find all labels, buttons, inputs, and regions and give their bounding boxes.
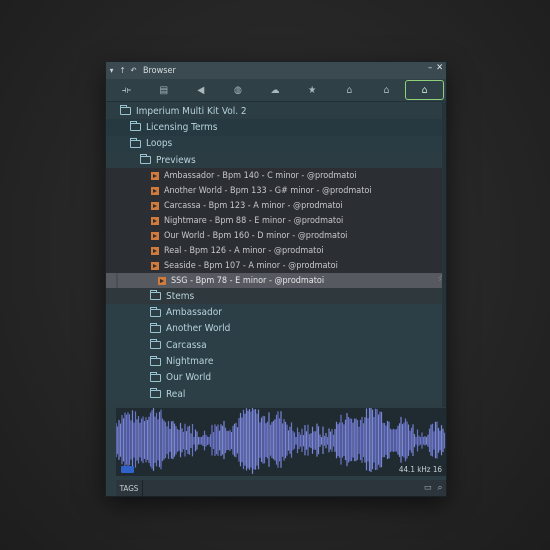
audio-file-icon bbox=[158, 276, 166, 285]
list-item[interactable]: Real - Bpm 126 - A minor - @prodmatoi bbox=[106, 243, 446, 259]
audio-file-icon bbox=[151, 216, 159, 225]
audio-file-icon bbox=[151, 261, 159, 270]
audio-file-icon bbox=[151, 201, 159, 210]
folder-icon bbox=[140, 154, 151, 165]
plugin-icon[interactable]: ⟛ bbox=[108, 81, 145, 99]
list-item[interactable]: Another World - Bpm 133 - G# minor - @pr… bbox=[106, 183, 446, 199]
waveform-graphic bbox=[116, 408, 446, 474]
tree-folder-stem[interactable]: Another World bbox=[106, 320, 446, 338]
folder-icon[interactable]: ⌂ bbox=[368, 81, 405, 99]
file-icon[interactable]: ▤ bbox=[145, 81, 182, 99]
folder-icon bbox=[150, 322, 161, 333]
audio-file-icon bbox=[151, 246, 159, 255]
audio-file-icon bbox=[151, 171, 159, 180]
play-indicator[interactable] bbox=[121, 466, 134, 473]
audio-file-icon bbox=[151, 186, 159, 195]
browser-toolbar: ⟛ ▤ ◀ ◍ ☁ ★ ⌂ ⌂ ⌂ bbox=[106, 79, 446, 102]
folder-icon[interactable]: ▭ bbox=[422, 483, 434, 493]
undo-icon[interactable]: ↶ bbox=[128, 66, 139, 75]
folder-active-icon[interactable]: ⌂ bbox=[404, 80, 444, 100]
browser-window: ▾ ↑ ↶ Browser – ✕ ⟛ ▤ ◀ ◍ ☁ ★ ⌂ ⌂ ⌂ Impe… bbox=[106, 62, 446, 496]
tags-bar: TAGS ▭ ⌕ bbox=[116, 480, 446, 496]
file-label: Seaside - Bpm 107 - A minor - @prodmatoi bbox=[164, 260, 338, 271]
folder-icon bbox=[150, 306, 161, 317]
folder-icon bbox=[150, 290, 161, 301]
search-icon[interactable]: ⌕ bbox=[434, 483, 446, 493]
tree-folder-stem[interactable]: Nightmare bbox=[106, 353, 446, 370]
list-item[interactable]: Ambassador - Bpm 140 - C minor - @prodma… bbox=[106, 168, 446, 184]
title-bar: ▾ ↑ ↶ Browser – ✕ bbox=[106, 62, 446, 79]
list-item-selected[interactable]: SSG - Bpm 78 - E minor - @prodmatoi☆ bbox=[106, 273, 446, 289]
folder-label: Another World bbox=[166, 323, 231, 335]
tree-folder-stem[interactable]: Our World bbox=[106, 369, 446, 386]
file-label: Real - Bpm 126 - A minor - @prodmatoi bbox=[164, 245, 324, 256]
waveform-preview[interactable]: 44.1 kHz 16 bbox=[116, 408, 446, 476]
tree-folder-stem[interactable]: Ambassador bbox=[106, 304, 446, 321]
folder-label: Imperium Multi Kit Vol. 2 bbox=[136, 105, 247, 117]
file-label: Our World - Bpm 160 - D minor - @prodmat… bbox=[164, 230, 348, 241]
sample-rate-label: 44.1 kHz 16 bbox=[398, 465, 442, 474]
file-label: SSG - Bpm 78 - E minor - @prodmatoi bbox=[171, 275, 325, 286]
folder-icon bbox=[150, 388, 161, 399]
folder-label: Our World bbox=[166, 372, 212, 384]
file-label: Nightmare - Bpm 88 - E minor - @prodmato… bbox=[164, 215, 344, 226]
tree-folder-loops[interactable]: Loops bbox=[106, 135, 446, 152]
folder-icon bbox=[150, 371, 161, 382]
list-item[interactable]: Carcassa - Bpm 123 - A minor - @prodmato… bbox=[106, 198, 446, 214]
tree-scrollbar[interactable] bbox=[442, 103, 446, 407]
star-icon[interactable]: ★ bbox=[294, 81, 331, 99]
globe-icon[interactable]: ◍ bbox=[219, 81, 256, 99]
folder-label: Real bbox=[166, 388, 186, 400]
file-tree: Imperium Multi Kit Vol. 2 Licensing Term… bbox=[106, 103, 446, 407]
tree-folder-stem[interactable]: Carcassa bbox=[106, 337, 446, 354]
tree-folder-licensing[interactable]: Licensing Terms bbox=[106, 119, 446, 136]
folder-icon bbox=[150, 355, 161, 366]
file-label: Another World - Bpm 133 - G# minor - @pr… bbox=[164, 185, 372, 196]
folder-label: Nightmare bbox=[166, 356, 214, 368]
tree-folder-previews[interactable]: Previews bbox=[106, 151, 446, 169]
cloud-icon[interactable]: ☁ bbox=[256, 81, 293, 99]
tree-folder-stems[interactable]: Stems bbox=[106, 288, 446, 305]
audio-file-icon bbox=[151, 231, 159, 240]
folder-icon[interactable]: ⌂ bbox=[331, 81, 368, 99]
folder-label: Stems bbox=[166, 290, 195, 302]
speaker-icon[interactable]: ◀ bbox=[182, 81, 219, 99]
folder-label: Carcassa bbox=[166, 339, 207, 351]
file-label: Carcassa - Bpm 123 - A minor - @prodmato… bbox=[164, 200, 343, 211]
folder-label: Previews bbox=[156, 154, 196, 166]
list-item[interactable]: Our World - Bpm 160 - D minor - @prodmat… bbox=[106, 228, 446, 244]
up-arrow-icon[interactable]: ↑ bbox=[117, 66, 128, 75]
folder-label: Ambassador bbox=[166, 307, 222, 319]
close-icon[interactable]: ✕ bbox=[436, 63, 443, 73]
folder-label: Loops bbox=[146, 138, 173, 150]
folder-icon bbox=[120, 105, 131, 116]
window-title: Browser bbox=[143, 65, 176, 76]
minimize-icon[interactable]: – bbox=[428, 63, 432, 73]
tags-label: TAGS bbox=[116, 480, 143, 496]
menu-arrow-icon[interactable]: ▾ bbox=[106, 66, 117, 75]
folder-icon bbox=[150, 339, 161, 350]
tree-folder-root[interactable]: Imperium Multi Kit Vol. 2 bbox=[106, 103, 446, 120]
folder-icon bbox=[130, 137, 141, 148]
folder-icon bbox=[130, 121, 141, 132]
folder-label: Licensing Terms bbox=[146, 121, 218, 133]
list-item[interactable]: Seaside - Bpm 107 - A minor - @prodmatoi bbox=[106, 258, 446, 274]
file-label: Ambassador - Bpm 140 - C minor - @prodma… bbox=[164, 170, 357, 181]
tree-folder-stem[interactable]: Real bbox=[106, 385, 446, 403]
selection-marker bbox=[116, 273, 118, 289]
list-item[interactable]: Nightmare - Bpm 88 - E minor - @prodmato… bbox=[106, 213, 446, 229]
